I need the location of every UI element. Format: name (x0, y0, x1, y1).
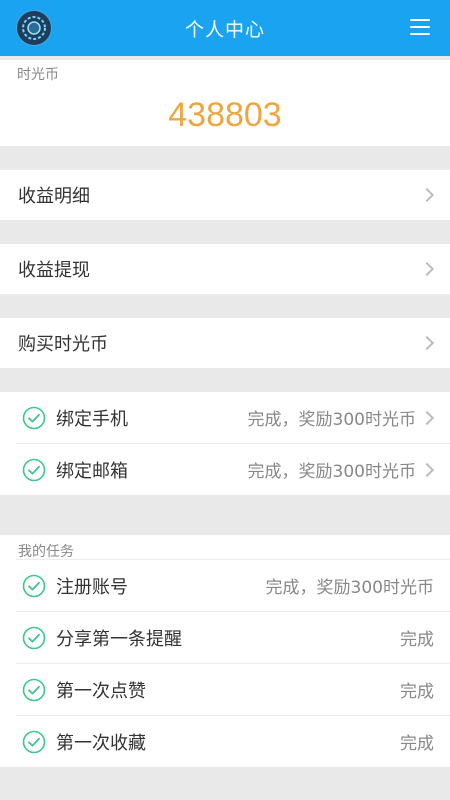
chevron-right-icon (419, 462, 435, 477)
menu-icon[interactable] (410, 19, 430, 35)
buy-coins-label: 购买时光币 (18, 334, 108, 355)
task-row: 分享第一条提醒 完成 (0, 612, 450, 663)
app-header: 个人中心 (0, 0, 450, 56)
withdraw-label: 收益提现 (18, 260, 90, 281)
tasks-title: 我的任务 (18, 544, 74, 560)
check-circle-icon (22, 626, 46, 649)
page-title: 个人中心 (184, 18, 265, 41)
check-circle-icon (22, 406, 46, 429)
task-row: 注册账号 完成，奖励300时光币 (0, 560, 450, 611)
task-row: 第一次收藏 完成 (0, 716, 450, 767)
check-circle-icon (22, 730, 46, 753)
coin-label: 时光币 (17, 67, 59, 83)
chevron-right-icon (419, 187, 435, 203)
income-detail-row[interactable]: 收益明细 (0, 170, 450, 220)
bind-email-status: 完成，奖励300时光币 (247, 462, 416, 482)
task-row: 第一次点赞 完成 (0, 664, 450, 715)
task-label: 注册账号 (56, 576, 128, 598)
withdraw-row[interactable]: 收益提现 (0, 244, 450, 294)
bind-email-label: 绑定邮箱 (56, 460, 128, 482)
tasks-section: 我的任务 注册账号 完成，奖励300时光币 分享第一条提醒 完成 第一次点赞 完… (0, 535, 450, 767)
bind-phone-row[interactable]: 绑定手机 完成，奖励300时光币 (0, 392, 450, 443)
chevron-right-icon (419, 410, 435, 425)
task-status: 完成 (400, 630, 434, 650)
task-label: 分享第一条提醒 (56, 628, 182, 650)
check-circle-icon (22, 678, 46, 701)
bind-phone-label: 绑定手机 (56, 408, 128, 430)
income-detail-label: 收益明细 (18, 186, 90, 207)
chevron-right-icon (419, 261, 435, 277)
task-status: 完成 (400, 734, 434, 754)
chevron-right-icon (419, 335, 435, 351)
check-circle-icon (22, 574, 46, 597)
bind-phone-status: 完成，奖励300时光币 (247, 410, 416, 430)
task-status: 完成 (400, 682, 434, 702)
bind-email-row[interactable]: 绑定邮箱 完成，奖励300时光币 (0, 444, 450, 495)
buy-coins-row[interactable]: 购买时光币 (0, 318, 450, 368)
coin-balance-card: 时光币 438803 (0, 60, 450, 146)
check-circle-icon (22, 458, 46, 481)
task-label: 第一次点赞 (56, 680, 146, 702)
logo-icon[interactable] (16, 10, 52, 46)
task-status: 完成，奖励300时光币 (265, 578, 434, 598)
task-label: 第一次收藏 (56, 732, 146, 754)
binding-section: 绑定手机 完成，奖励300时光币 绑定邮箱 完成，奖励300时光币 (0, 392, 450, 495)
coin-value: 438803 (168, 96, 282, 134)
